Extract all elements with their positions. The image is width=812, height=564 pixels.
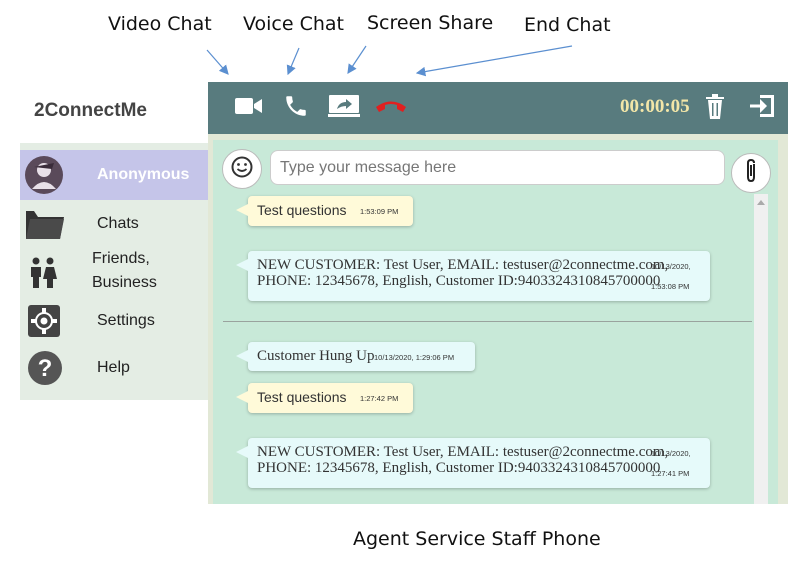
message-bubble: Test questions 1:53:09 PM <box>236 196 413 226</box>
message-text-line1: NEW CUSTOMER: Test User, EMAIL: testuser… <box>257 444 669 460</box>
message-time-clock: 1:27:41 PM <box>651 469 690 478</box>
history-divider <box>223 321 752 322</box>
delete-chat-button[interactable] <box>698 92 732 124</box>
folder-icon <box>24 207 66 246</box>
chat-area: Test questions 1:53:09 PM NEW CUSTOMER: … <box>213 140 778 504</box>
callout-voice-chat: Voice Chat <box>243 13 345 35</box>
svg-text:?: ? <box>38 355 53 382</box>
sidebar-item-label-line1: Friends, <box>92 250 150 267</box>
message-time-date: 10/13/2020, <box>651 449 691 458</box>
arrow-screen-share <box>347 45 367 74</box>
phone-icon <box>283 93 309 124</box>
sidebar-item-label: Settings <box>97 312 155 329</box>
emoji-button[interactable] <box>222 149 262 189</box>
smiley-icon <box>231 156 253 183</box>
sidebar-item-label: Chats <box>97 215 139 232</box>
app-title: 2ConnectMe <box>34 100 147 121</box>
chat-panel: Test questions 1:53:09 PM NEW CUSTOMER: … <box>208 134 788 504</box>
chat-scrollbar[interactable] <box>754 194 768 504</box>
callout-screen-share: Screen Share <box>367 12 494 34</box>
message-text: Test questions <box>257 202 347 218</box>
message-time: 1:27:42 PM <box>360 394 399 403</box>
sidebar-item-label: Anonymous <box>97 166 190 183</box>
sidebar-item-chats[interactable]: Chats <box>20 204 208 244</box>
sidebar-item-label-line2: Business <box>92 274 157 291</box>
message-text-line2: PHONE: 12345678, English, Customer ID:94… <box>257 460 661 476</box>
sidebar-item-anonymous[interactable]: Anonymous <box>20 150 208 200</box>
trash-icon <box>704 92 726 125</box>
arrow-voice-chat <box>286 47 300 76</box>
message-bubble: NEW CUSTOMER: Test User, EMAIL: testuser… <box>236 251 710 301</box>
video-chat-button[interactable] <box>232 92 266 124</box>
arrow-video-chat <box>206 49 229 75</box>
message-input[interactable] <box>270 150 725 185</box>
chat-toolbar: 00:00:05 <box>208 82 788 134</box>
call-timer: 00:00:05 <box>620 96 690 117</box>
exit-icon <box>748 93 776 124</box>
end-chat-button[interactable] <box>374 92 408 124</box>
message-text: Customer Hung Up <box>257 348 375 364</box>
message-time: 10/13/2020, 1:29:06 PM <box>374 353 455 362</box>
exit-chat-button[interactable] <box>745 92 779 124</box>
screen-share-icon <box>328 94 360 123</box>
message-text-line1: NEW CUSTOMER: Test User, EMAIL: testuser… <box>257 257 669 273</box>
people-icon <box>28 257 58 294</box>
attach-button[interactable] <box>731 153 771 193</box>
message-time-clock: 1:53:08 PM <box>651 282 690 291</box>
sidebar-item-label: Help <box>97 359 130 376</box>
message-time-date: 10/13/2020, <box>651 262 691 271</box>
sidebar: Anonymous Chats Friends, Business Settin… <box>20 143 208 400</box>
sidebar-item-settings[interactable]: Settings <box>20 301 208 341</box>
gear-icon <box>28 305 60 342</box>
end-call-icon <box>374 98 408 119</box>
message-bubble: Customer Hung Up 10/13/2020, 1:29:06 PM <box>236 342 475 371</box>
message-time: 1:53:09 PM <box>360 207 399 216</box>
message-text-line2: PHONE: 12345678, English, Customer ID:94… <box>257 273 661 289</box>
paperclip-icon <box>743 158 759 189</box>
figure-caption: Agent Service Staff Phone <box>353 528 601 550</box>
screen-share-button[interactable] <box>327 92 361 124</box>
message-text: Test questions <box>257 389 347 405</box>
sidebar-item-help[interactable]: ? Help <box>20 348 208 388</box>
help-icon: ? <box>27 350 63 391</box>
message-bubble: Test questions 1:27:42 PM <box>236 383 413 413</box>
voice-chat-button[interactable] <box>279 92 313 124</box>
arrow-end-chat <box>415 45 573 77</box>
video-camera-icon <box>235 96 263 121</box>
callout-end-chat: End Chat <box>524 14 611 36</box>
sidebar-item-friends-business[interactable]: Friends, Business <box>20 247 208 297</box>
message-bubble: NEW CUSTOMER: Test User, EMAIL: testuser… <box>236 438 710 488</box>
user-avatar-icon <box>24 155 64 200</box>
callout-video-chat: Video Chat <box>108 13 212 35</box>
scroll-up-arrow-icon[interactable] <box>757 200 765 205</box>
